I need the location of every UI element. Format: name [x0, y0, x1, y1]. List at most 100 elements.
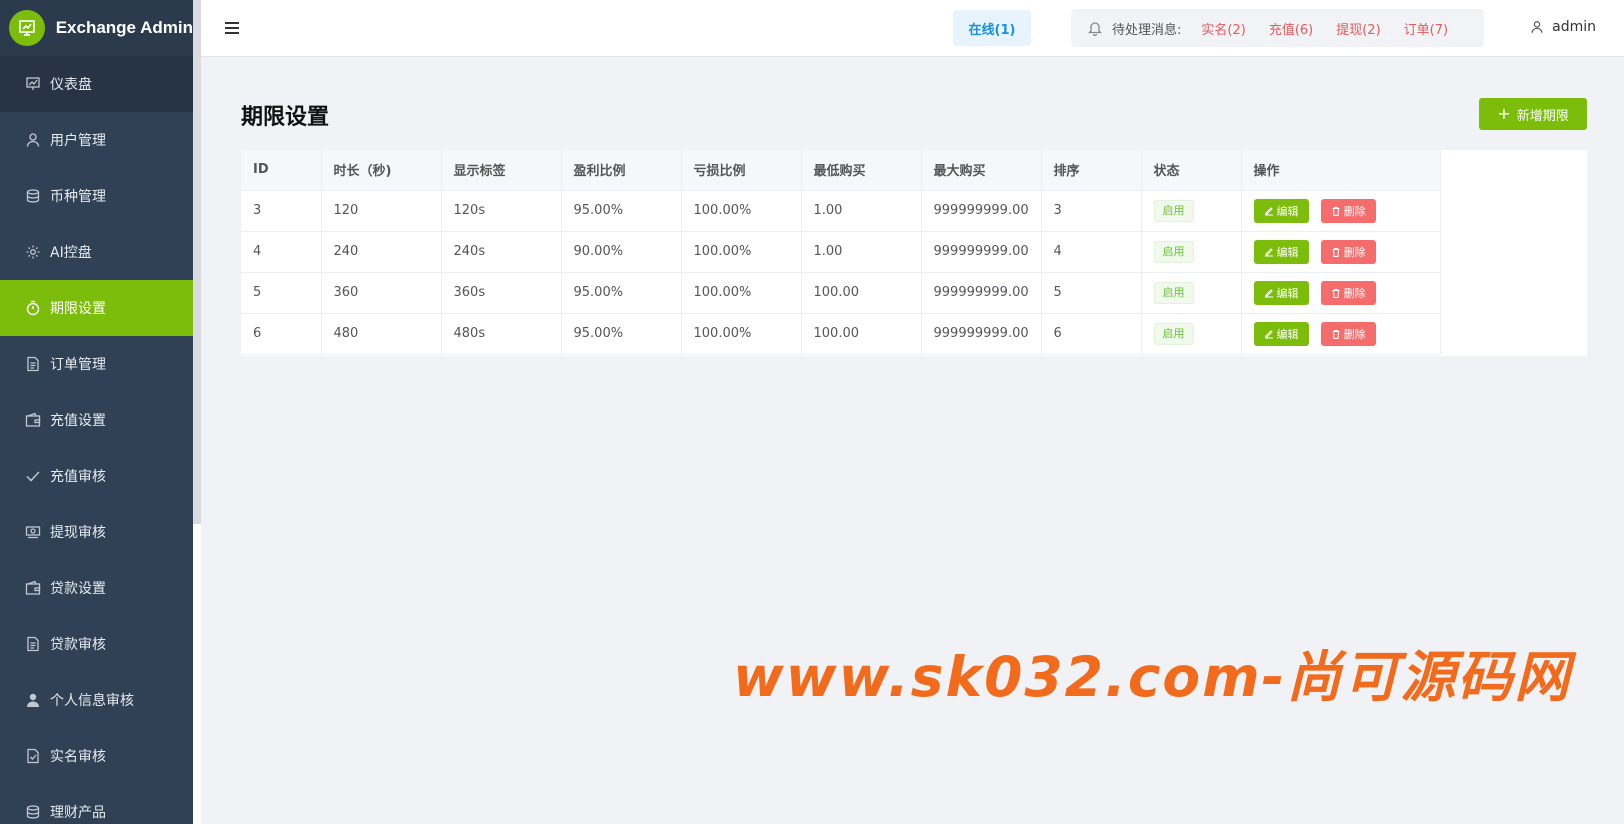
- cell-actions: 编辑 删除: [1241, 190, 1441, 232]
- sidebar-item-label: 个人信息审核: [50, 693, 134, 709]
- column-header: 最大购买: [921, 150, 1042, 191]
- delete-button[interactable]: 删除: [1320, 239, 1376, 264]
- cell-status: 启用: [1141, 313, 1242, 355]
- sidebar-item-users[interactable]: 用户管理: [0, 112, 193, 168]
- sidebar-item-label: 期限设置: [50, 301, 106, 317]
- sidebar-item-realname-review[interactable]: 实名审核: [0, 728, 193, 784]
- edit-button[interactable]: 编辑: [1253, 198, 1309, 223]
- sidebar-item-wealth-products[interactable]: 理财产品: [0, 784, 193, 824]
- sidebar-item-dashboard[interactable]: 仪表盘: [0, 56, 193, 112]
- online-count[interactable]: 在线(1): [953, 10, 1031, 46]
- sidebar: Exchange Admin 仪表盘 用户管理 币种管理 AI控盘 期限设置 订…: [0, 0, 193, 824]
- edit-icon: [1264, 288, 1273, 298]
- edit-button[interactable]: 编辑: [1253, 280, 1309, 305]
- sidebar-item-loan-review[interactable]: 贷款审核: [0, 616, 193, 672]
- edit-button[interactable]: 编辑: [1253, 239, 1309, 264]
- cell-loss: 100.00%: [681, 272, 802, 314]
- cell-sort: 6: [1041, 313, 1142, 355]
- sidebar-item-label: 充值审核: [50, 469, 106, 485]
- stopwatch-icon: [25, 300, 41, 316]
- edit-label: 编辑: [1276, 245, 1299, 259]
- trash-icon: [1332, 288, 1340, 298]
- table-row: 6 480 480s 95.00% 100.00% 100.00 9999999…: [241, 313, 1441, 355]
- edit-button[interactable]: 编辑: [1253, 321, 1309, 346]
- cell-duration: 240: [321, 231, 442, 273]
- watermark-text: www.sk032.com-尚可源码网: [733, 645, 1572, 709]
- notice-realname-link[interactable]: 实名(2): [1201, 19, 1245, 38]
- cell-profit: 95.00%: [561, 190, 682, 232]
- table-row: 3 120 120s 95.00% 100.00% 1.00 999999999…: [241, 190, 1441, 232]
- user-menu[interactable]: admin: [1530, 19, 1596, 35]
- sidebar-scrollbar-thumb[interactable]: [193, 0, 201, 524]
- database-icon: [25, 804, 41, 820]
- person-icon: [25, 692, 41, 708]
- delete-button[interactable]: 删除: [1320, 321, 1376, 346]
- cell-loss: 100.00%: [681, 190, 802, 232]
- bell-icon: [1087, 22, 1103, 36]
- edit-label: 编辑: [1276, 204, 1299, 218]
- hamburger-icon[interactable]: [223, 19, 241, 37]
- sidebar-item-profile-review[interactable]: 个人信息审核: [0, 672, 193, 728]
- column-header: 状态: [1141, 150, 1242, 191]
- cell-id: 6: [241, 313, 322, 355]
- sidebar-item-recharge-settings[interactable]: 充值设置: [0, 392, 193, 448]
- database-icon: [25, 188, 41, 204]
- trash-icon: [1332, 247, 1340, 257]
- cell-actions: 编辑 删除: [1241, 313, 1441, 355]
- notice-recharge-link[interactable]: 充值(6): [1269, 19, 1313, 38]
- delete-label: 删除: [1343, 286, 1366, 300]
- sidebar-item-withdraw-review[interactable]: 提现审核: [0, 504, 193, 560]
- notice-withdraw-link[interactable]: 提现(2): [1336, 19, 1380, 38]
- money-icon: [25, 524, 41, 540]
- sidebar-item-label: 贷款设置: [50, 581, 106, 597]
- sidebar-item-orders[interactable]: 订单管理: [0, 336, 193, 392]
- sidebar-item-label: 订单管理: [50, 357, 106, 373]
- app-title: Exchange Admin: [55, 18, 193, 37]
- sidebar-item-label: 仪表盘: [50, 77, 92, 93]
- sidebar-item-label: 提现审核: [50, 525, 106, 541]
- delete-label: 删除: [1343, 327, 1366, 341]
- sidebar-item-ai-control[interactable]: AI控盘: [0, 224, 193, 280]
- cell-max: 999999999.00: [921, 272, 1042, 314]
- add-duration-button[interactable]: + 新增期限: [1479, 98, 1587, 130]
- sidebar-item-recharge-review[interactable]: 充值审核: [0, 448, 193, 504]
- brand[interactable]: Exchange Admin: [0, 0, 193, 56]
- sidebar-item-currencies[interactable]: 币种管理: [0, 168, 193, 224]
- status-badge: 启用: [1153, 281, 1194, 304]
- cell-sort: 4: [1041, 231, 1142, 273]
- status-badge: 启用: [1153, 240, 1194, 263]
- edit-label: 编辑: [1276, 327, 1299, 341]
- status-badge: 启用: [1153, 322, 1194, 345]
- column-header: 显示标签: [441, 150, 562, 191]
- edit-icon: [1264, 247, 1273, 257]
- cell-status: 启用: [1141, 190, 1242, 232]
- sidebar-item-duration-settings[interactable]: 期限设置: [0, 280, 193, 336]
- edit-icon: [1264, 329, 1273, 339]
- notice-orders-link[interactable]: 订单(7): [1404, 19, 1448, 38]
- cell-min: 100.00: [801, 272, 922, 314]
- column-header: ID: [241, 150, 322, 191]
- cell-sort: 3: [1041, 190, 1142, 232]
- table-row: 4 240 240s 90.00% 100.00% 1.00 999999999…: [241, 231, 1441, 273]
- duration-table: ID 时长（秒) 显示标签 盈利比例 亏损比例 最低购买 最大购买 排序 状态 …: [241, 150, 1441, 355]
- sidebar-item-loan-settings[interactable]: 贷款设置: [0, 560, 193, 616]
- cell-actions: 编辑 删除: [1241, 231, 1441, 273]
- sidebar-item-label: 币种管理: [50, 189, 106, 205]
- sidebar-item-label: 充值设置: [50, 413, 106, 429]
- user-icon: [1531, 21, 1543, 33]
- cell-duration: 120: [321, 190, 442, 232]
- cell-profit: 95.00%: [561, 272, 682, 314]
- table-header-row: ID 时长（秒) 显示标签 盈利比例 亏损比例 最低购买 最大购买 排序 状态 …: [241, 150, 1441, 191]
- cell-max: 999999999.00: [921, 231, 1042, 273]
- delete-button[interactable]: 删除: [1320, 280, 1376, 305]
- column-header: 操作: [1241, 150, 1441, 191]
- table-row: 5 360 360s 95.00% 100.00% 100.00 9999999…: [241, 272, 1441, 314]
- column-header: 最低购买: [801, 150, 922, 191]
- cell-profit: 90.00%: [561, 231, 682, 273]
- delete-button[interactable]: 删除: [1320, 198, 1376, 223]
- pending-notices: 待处理消息: 实名(2) 充值(6) 提现(2) 订单(7): [1071, 9, 1484, 47]
- cell-duration: 480: [321, 313, 442, 355]
- delete-label: 删除: [1343, 204, 1366, 218]
- column-header: 亏损比例: [681, 150, 802, 191]
- cell-label: 240s: [441, 231, 562, 273]
